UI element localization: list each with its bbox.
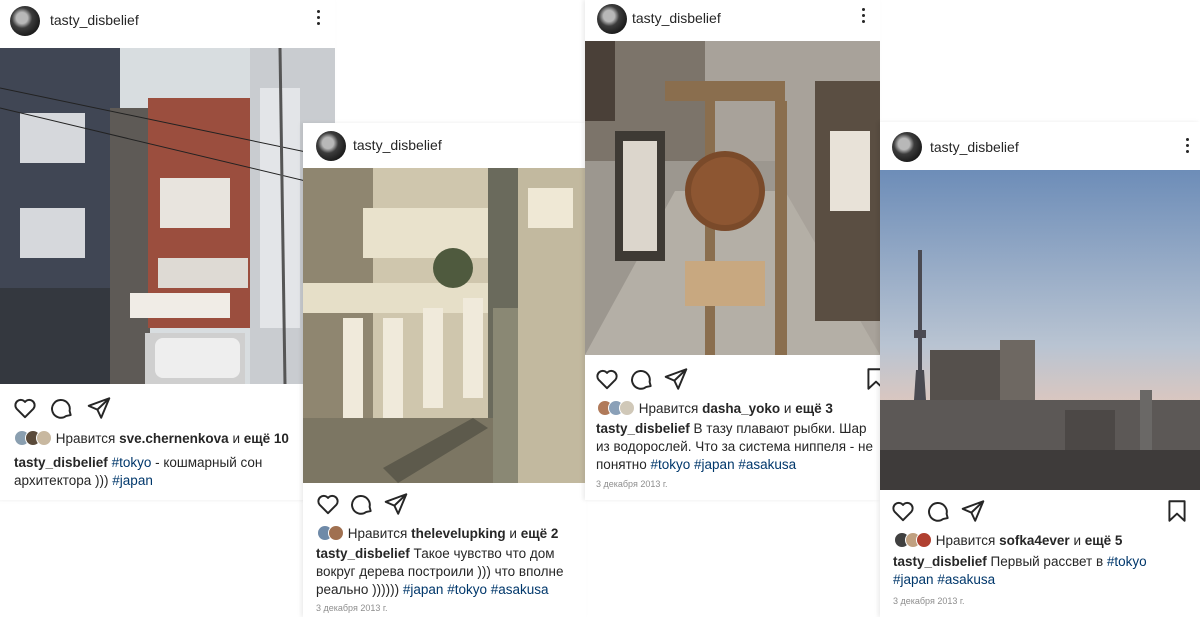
avatar[interactable] xyxy=(10,6,40,36)
post-photo[interactable] xyxy=(303,168,586,483)
post-header: tasty_disbelief xyxy=(303,125,586,165)
hashtag[interactable]: #asakusa xyxy=(491,582,549,597)
post-actions xyxy=(880,498,1200,528)
likes-prefix: Нравится xyxy=(638,401,699,416)
comment-icon[interactable] xyxy=(349,491,375,517)
post-date: 3 декабря 2013 г. xyxy=(596,479,668,489)
hashtag[interactable]: #tokyo xyxy=(112,455,152,470)
likes-and: и xyxy=(783,401,792,416)
hashtag[interactable]: #japan xyxy=(893,572,934,587)
post-card-3: tasty_disbelief Нравится dasha_yoko и ещ… xyxy=(585,0,880,500)
liker-avatar xyxy=(328,525,344,541)
bookmark-icon[interactable] xyxy=(1164,498,1190,524)
post-date: 3 декабря 2013 г. xyxy=(893,596,965,606)
caption: tasty_disbelief В тазу плавают рыбки. Ша… xyxy=(596,420,880,474)
avatar[interactable] xyxy=(597,4,627,34)
liked-by[interactable]: sve.chernenkova xyxy=(119,431,229,446)
comment-icon[interactable] xyxy=(926,498,952,524)
likes-more[interactable]: ещё 3 xyxy=(795,401,833,416)
share-icon[interactable] xyxy=(960,498,986,524)
hashtag[interactable]: #tokyo xyxy=(1107,554,1147,569)
hashtag[interactable]: #asakusa xyxy=(937,572,995,587)
post-card-2: tasty_disbelief Нравится thelevelupking … xyxy=(303,123,586,617)
caption: tasty_disbelief Такое чувство что дом во… xyxy=(316,545,578,599)
more-options-icon[interactable] xyxy=(315,8,321,30)
post-card-4: tasty_disbelief Нравится sofka4ever и ещ… xyxy=(880,122,1200,617)
liked-by[interactable]: dasha_yoko xyxy=(702,401,780,416)
hashtag[interactable]: #japan xyxy=(694,457,735,472)
post-actions xyxy=(303,491,586,521)
likes-more[interactable]: ещё 10 xyxy=(244,431,289,446)
avatar[interactable] xyxy=(892,132,922,162)
hashtag[interactable]: #asakusa xyxy=(738,457,796,472)
caption-text: Первый рассвет в xyxy=(986,554,1107,569)
post-card-1: tasty_disbelief Нравится sve.chernenkova… xyxy=(0,0,335,500)
likes-row[interactable]: Нравится dasha_yoko и ещё 3 xyxy=(597,400,880,416)
likes-and: и xyxy=(232,431,240,446)
likes-row[interactable]: Нравится sve.chernenkova и ещё 10 xyxy=(14,430,335,446)
comment-icon[interactable] xyxy=(629,366,655,392)
comment-icon[interactable] xyxy=(49,395,75,421)
likes-more[interactable]: ещё 5 xyxy=(1085,533,1123,548)
liker-avatar xyxy=(619,400,635,416)
caption: tasty_disbelief #tokyo - кошмарный сон а… xyxy=(14,454,284,490)
username[interactable]: tasty_disbelief xyxy=(632,10,721,26)
post-photo[interactable] xyxy=(585,41,880,355)
likes-prefix: Нравится xyxy=(935,533,996,548)
likes-row[interactable]: Нравится thelevelupking и ещё 2 xyxy=(317,525,586,541)
username[interactable]: tasty_disbelief xyxy=(50,12,139,28)
post-photo[interactable] xyxy=(880,170,1200,490)
avatar[interactable] xyxy=(316,131,346,161)
hashtag[interactable]: #tokyo xyxy=(650,457,690,472)
likes-and: и xyxy=(1073,533,1081,548)
more-options-icon[interactable] xyxy=(860,6,866,28)
liked-by[interactable]: thelevelupking xyxy=(411,526,506,541)
share-icon[interactable] xyxy=(383,491,409,517)
liker-avatar xyxy=(916,532,932,548)
likes-prefix: Нравится xyxy=(55,431,116,446)
post-actions xyxy=(585,366,880,396)
heart-icon[interactable] xyxy=(315,491,341,517)
post-header: tasty_disbelief xyxy=(585,0,880,40)
heart-icon[interactable] xyxy=(12,395,38,421)
likes-row[interactable]: Нравится sofka4ever и ещё 5 xyxy=(894,532,1200,548)
post-header: tasty_disbelief xyxy=(880,122,1200,162)
heart-icon[interactable] xyxy=(594,366,620,392)
hashtag[interactable]: #tokyo xyxy=(447,582,487,597)
post-date: 3 декабря 2013 г. xyxy=(316,603,388,613)
post-header: tasty_disbelief xyxy=(0,0,335,40)
liked-by[interactable]: sofka4ever xyxy=(999,533,1070,548)
post-actions xyxy=(0,395,335,425)
likes-prefix: Нравится xyxy=(347,526,408,541)
hashtag[interactable]: #japan xyxy=(112,473,153,488)
heart-icon[interactable] xyxy=(890,498,916,524)
likes-and: и xyxy=(509,526,517,541)
share-icon[interactable] xyxy=(86,395,112,421)
username[interactable]: tasty_disbelief xyxy=(930,139,1019,155)
caption-username[interactable]: tasty_disbelief xyxy=(14,455,108,470)
caption-username[interactable]: tasty_disbelief xyxy=(596,421,690,436)
username[interactable]: tasty_disbelief xyxy=(353,137,442,153)
caption-username[interactable]: tasty_disbelief xyxy=(893,554,987,569)
post-photo[interactable] xyxy=(0,48,335,384)
share-icon[interactable] xyxy=(663,366,689,392)
hashtag[interactable]: #japan xyxy=(403,582,444,597)
likes-more[interactable]: ещё 2 xyxy=(521,526,559,541)
liker-avatar xyxy=(36,430,52,446)
bookmark-icon[interactable] xyxy=(863,366,880,392)
caption: tasty_disbelief Первый рассвет в #tokyo … xyxy=(893,553,1183,589)
caption-username[interactable]: tasty_disbelief xyxy=(316,546,410,561)
more-options-icon[interactable] xyxy=(1184,136,1190,158)
